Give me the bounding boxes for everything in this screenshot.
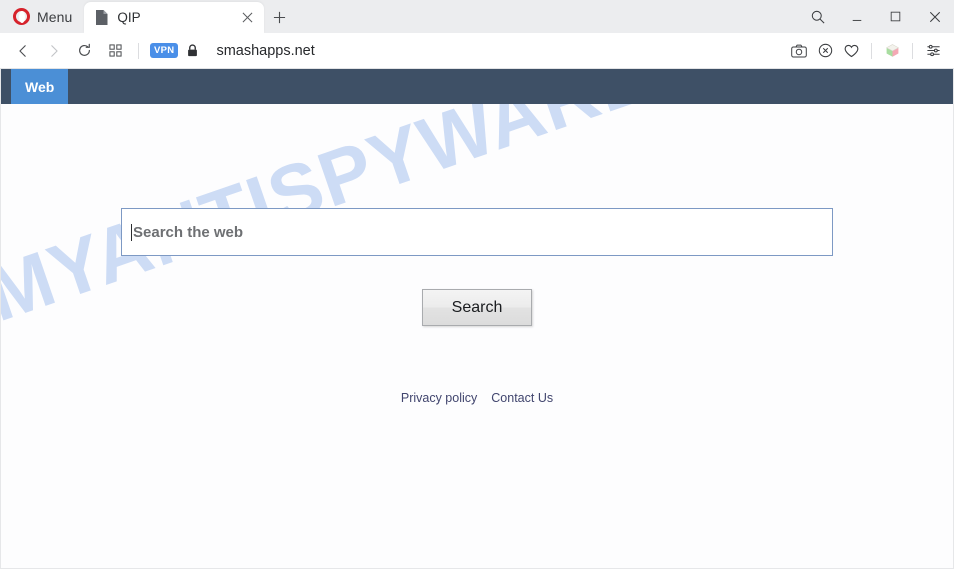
menu-button-label: Menu [37, 8, 73, 25]
grid-icon[interactable] [100, 35, 131, 66]
close-icon[interactable] [915, 0, 954, 33]
toolbar-right-icons [786, 38, 954, 64]
toolbar-divider [871, 42, 872, 59]
tab-strip: Menu QIP [0, 0, 954, 33]
navbar-tab-web[interactable]: Web [11, 69, 69, 104]
maximize-icon[interactable] [876, 0, 915, 33]
site-navbar: Web [1, 69, 953, 104]
url-text[interactable]: smashapps.net [216, 43, 786, 59]
padlock-icon[interactable] [187, 44, 198, 57]
browser-tab[interactable]: QIP [84, 2, 265, 33]
search-panel: Search the web Search Privacy policy Con… [1, 104, 953, 405]
footer-links: Privacy policy Contact Us [401, 391, 553, 405]
search-input-placeholder: Search the web [133, 223, 244, 241]
privacy-policy-link[interactable]: Privacy policy [401, 391, 477, 405]
opera-logo-icon [13, 8, 30, 25]
toolbar-divider [912, 42, 913, 59]
window-controls [798, 0, 954, 33]
minimize-icon[interactable] [837, 0, 876, 33]
shield-block-icon[interactable] [812, 38, 838, 64]
close-icon[interactable] [238, 9, 256, 27]
text-caret [131, 223, 132, 241]
search-input[interactable]: Search the web [121, 208, 833, 256]
cube-icon[interactable] [879, 38, 905, 64]
page-body: MYANTISPYWARE.COM Search the web Search … [1, 104, 953, 568]
opera-menu-button[interactable]: Menu [0, 0, 84, 33]
new-tab-button[interactable] [264, 2, 294, 33]
sliders-icon[interactable] [920, 38, 946, 64]
search-icon[interactable] [798, 0, 837, 33]
page-icon [95, 10, 108, 25]
forward-arrow-icon [38, 35, 69, 66]
navbar-tab-label: Web [25, 78, 55, 95]
tab-title: QIP [117, 10, 141, 25]
back-arrow-icon[interactable] [7, 35, 38, 66]
search-button[interactable]: Search [422, 289, 532, 326]
vpn-badge[interactable]: VPN [150, 43, 179, 58]
address-toolbar: VPN smashapps.net [0, 33, 954, 69]
browser-window: Menu QIP VPN smashapps.net Web MYANTISPY… [0, 0, 954, 569]
page-viewport: Web MYANTISPYWARE.COM Search the web Sea… [0, 69, 954, 569]
reload-icon[interactable] [69, 35, 100, 66]
camera-icon[interactable] [786, 38, 812, 64]
heart-icon[interactable] [838, 38, 864, 64]
toolbar-divider [138, 42, 139, 59]
contact-us-link[interactable]: Contact Us [491, 391, 553, 405]
